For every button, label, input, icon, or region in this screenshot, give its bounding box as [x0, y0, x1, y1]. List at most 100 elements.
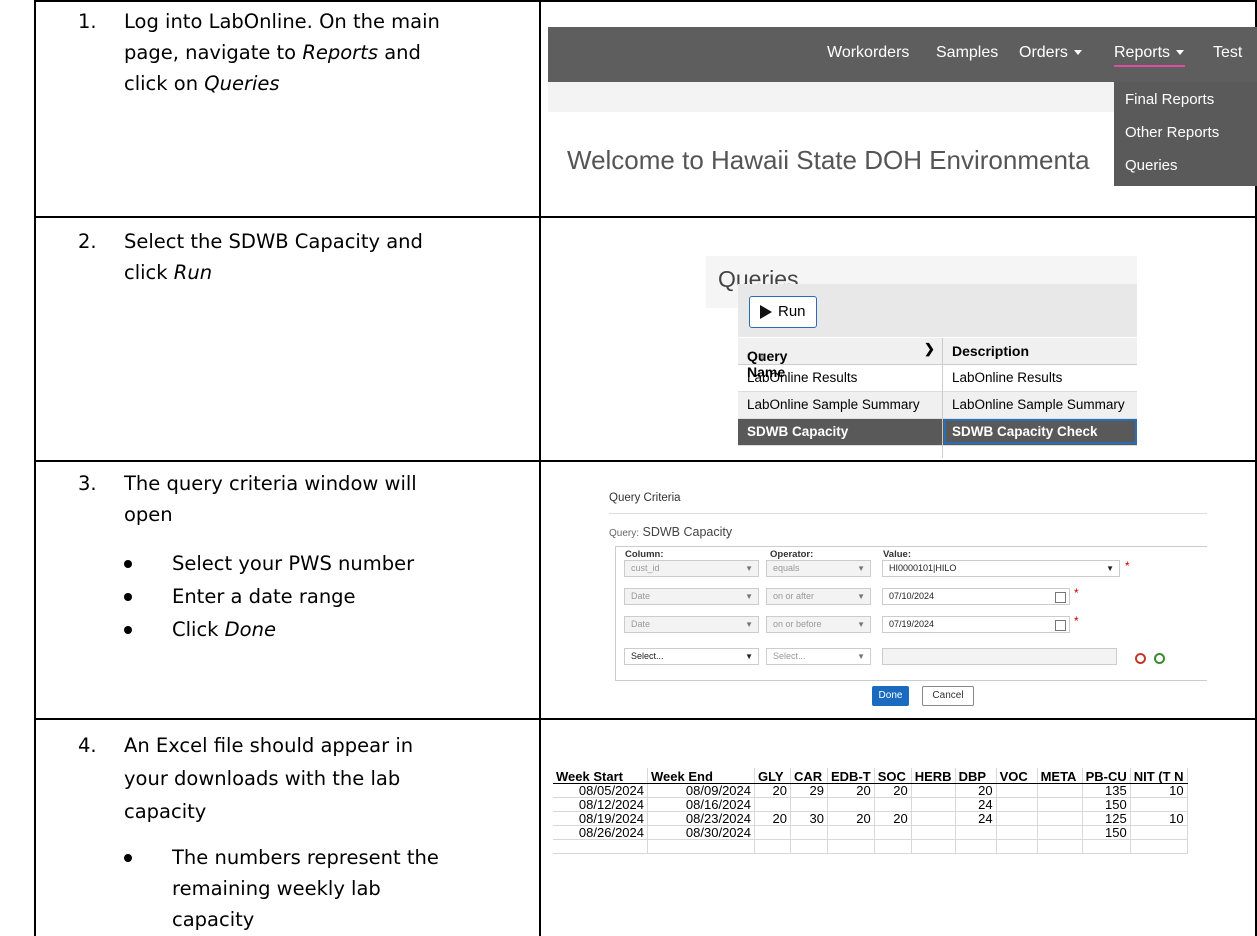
- top-navbar: Workorders Samples Orders Reports Test: [548, 27, 1257, 82]
- nav-reports-label: Reports: [1114, 44, 1171, 61]
- cell: 08/05/2024: [553, 783, 648, 798]
- screenshot-excel-capacity: Week Start Week End GLY CAR EDB-T SOC HE…: [553, 768, 1237, 858]
- step-line: page, navigate to Reports and: [124, 41, 421, 64]
- nav-test[interactable]: Test: [1213, 44, 1242, 62]
- query-desc-cell: LabOnline Sample Summary: [952, 397, 1125, 412]
- cell: [790, 797, 828, 812]
- menu-item-final-reports[interactable]: Final Reports: [1125, 91, 1214, 108]
- operator-select[interactable]: Select... ▼: [766, 648, 871, 665]
- column-separator: [942, 338, 943, 458]
- cell: [790, 839, 828, 854]
- table-border-left: [34, 0, 36, 936]
- menu-item-other-reports[interactable]: Other Reports: [1125, 124, 1219, 141]
- caret-down-icon: ▼: [857, 620, 865, 629]
- cell: 08/23/2024: [647, 811, 755, 826]
- cell: [553, 839, 648, 854]
- date-from-input[interactable]: 07/10/2024: [882, 588, 1070, 605]
- column-header-query-name[interactable]: Query Name ↑: [747, 343, 787, 380]
- operator-select[interactable]: on or after ▼: [766, 588, 871, 605]
- operator-select[interactable]: on or before ▼: [766, 616, 871, 633]
- cell: [790, 825, 828, 840]
- query-label: Query: SDWB Capacity: [609, 525, 733, 539]
- chevron-down-icon[interactable]: ❯: [924, 341, 935, 357]
- step-number: 3.: [78, 472, 97, 495]
- remove-row-icon[interactable]: [1135, 653, 1146, 664]
- operator-header: Operator:: [770, 549, 814, 560]
- column-header-description[interactable]: Description: [952, 343, 1029, 359]
- value-header: Value:: [883, 549, 911, 560]
- query-desc-cell: LabOnline Results: [952, 370, 1063, 385]
- column-header: SOC: [874, 768, 912, 784]
- table-row[interactable]: LabOnline Results LabOnline Results: [738, 365, 1137, 392]
- nav-samples[interactable]: Samples: [936, 44, 998, 62]
- nav-workorders[interactable]: Workorders: [827, 44, 909, 62]
- step-text: Select the SDWB Capacity and click Run: [124, 226, 504, 288]
- screenshot-queries: Queries Run Query Name ↑ ❯ Description L…: [706, 256, 1137, 458]
- cell: [647, 839, 755, 854]
- cell: 20: [874, 783, 912, 798]
- date-to-input[interactable]: 07/19/2024: [882, 616, 1070, 633]
- caret-down-icon: ▼: [857, 592, 865, 601]
- screenshot-query-criteria: Query Criteria Query: SDWB Capacity Colu…: [596, 489, 1207, 714]
- column-header: HERB: [911, 768, 956, 784]
- column-select[interactable]: Date ▼: [624, 588, 759, 605]
- column-header: Week Start: [553, 768, 648, 784]
- nav-reports[interactable]: Reports: [1114, 44, 1185, 62]
- cell: [754, 839, 791, 854]
- column-select[interactable]: Date ▼: [624, 616, 759, 633]
- row-divider-3: [34, 718, 1257, 720]
- table-row-selected[interactable]: SDWB Capacity SDWB Capacity Check: [738, 419, 1137, 446]
- column-header: PB-CU: [1082, 768, 1131, 784]
- table-border-middle: [539, 0, 541, 936]
- column-header: Column:: [625, 549, 664, 560]
- cell: [1037, 783, 1083, 798]
- table-row: 08/26/2024 08/30/2024 150: [553, 825, 1188, 840]
- nav-orders[interactable]: Orders: [1019, 44, 1082, 62]
- table-row: 08/05/2024 08/09/2024 20 29 20 20 20 135 10: [553, 783, 1188, 798]
- step-line: Select the SDWB Capacity and: [124, 230, 423, 253]
- row-divider-1: [34, 216, 1257, 218]
- cell: 20: [955, 783, 997, 798]
- query-name-cell: LabOnline Results: [747, 370, 858, 385]
- menu-item-queries[interactable]: Queries: [1125, 157, 1178, 174]
- cell: [874, 825, 912, 840]
- cell: [996, 797, 1038, 812]
- column-header: EDB-T: [827, 768, 875, 784]
- caret-down-icon: ▼: [857, 564, 865, 573]
- cell: 135: [1082, 783, 1131, 798]
- cell: [1130, 839, 1188, 854]
- cell: [827, 825, 875, 840]
- cell: [911, 783, 956, 798]
- cell: [911, 797, 956, 812]
- table-border-top: [34, 0, 1257, 2]
- cell: [1037, 811, 1083, 826]
- value-select[interactable]: HI0000101|HILO ▼: [882, 560, 1120, 577]
- run-button[interactable]: Run: [749, 296, 817, 328]
- cell: 20: [754, 783, 791, 798]
- cell: 08/26/2024: [553, 825, 648, 840]
- table-row: [553, 839, 1188, 854]
- cell: [874, 797, 912, 812]
- table-row[interactable]: LabOnline Sample Summary LabOnline Sampl…: [738, 392, 1137, 419]
- calendar-icon[interactable]: [1055, 592, 1066, 603]
- column-select[interactable]: Select... ▼: [624, 648, 759, 665]
- add-row-icon[interactable]: [1154, 653, 1165, 664]
- cell: 24: [955, 797, 997, 812]
- cell: [996, 783, 1038, 798]
- capacity-table: Week Start Week End GLY CAR EDB-T SOC HE…: [553, 768, 1188, 854]
- step-4-bullets: The numbers represent the remaining weekl…: [124, 842, 494, 935]
- cell: [1037, 825, 1083, 840]
- done-button[interactable]: Done: [872, 686, 909, 706]
- value-input[interactable]: [882, 648, 1117, 665]
- step-text: Log into LabOnline. On the main page, na…: [124, 6, 504, 99]
- step-line: Log into LabOnline. On the main: [124, 10, 440, 33]
- cell: [955, 825, 997, 840]
- cell: [1082, 839, 1131, 854]
- cell: 20: [754, 811, 791, 826]
- calendar-icon[interactable]: [1055, 620, 1066, 631]
- cell: 20: [827, 811, 875, 826]
- cancel-button[interactable]: Cancel: [922, 686, 974, 706]
- operator-select[interactable]: equals ▼: [766, 560, 871, 577]
- header-row: Week Start Week End GLY CAR EDB-T SOC HE…: [553, 768, 1188, 784]
- column-select[interactable]: cust_id ▼: [624, 560, 759, 577]
